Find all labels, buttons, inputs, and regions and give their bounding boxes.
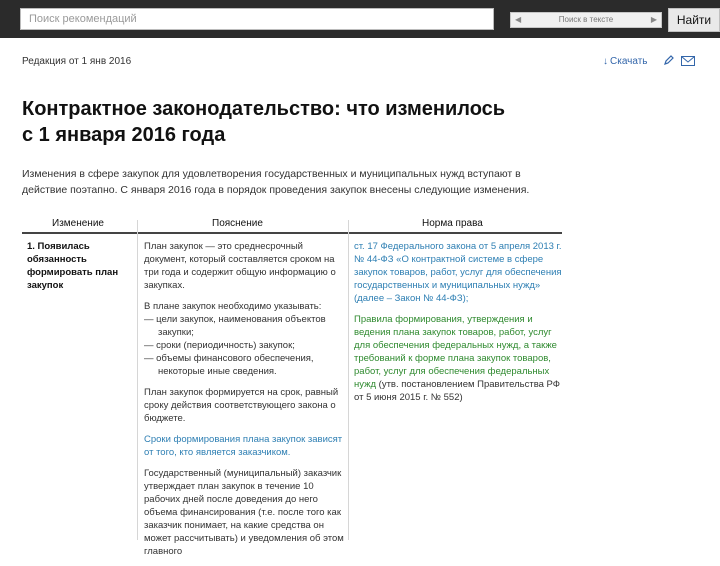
header-change: Изменение xyxy=(52,218,104,229)
download-arrow-icon: ↓ xyxy=(603,56,608,67)
explanation-paragraph: В плане закупок необходимо указывать: xyxy=(144,301,322,312)
envelope-icon[interactable] xyxy=(681,56,695,66)
explanation-paragraph: План закупок формируется на срок, равный… xyxy=(144,387,339,424)
header-explanation: Пояснение xyxy=(212,218,263,229)
top-search-bar: ◀ Поиск в тексте ▶ Найти xyxy=(0,0,720,38)
title-line-1: Контрактное законодательство: что измени… xyxy=(22,98,506,120)
cell-norm: ст. 17 Федерального закона от 5 апреля 2… xyxy=(354,240,564,412)
column-divider xyxy=(137,220,138,540)
list-item: — объемы финансового обеспечения, некото… xyxy=(144,353,314,377)
search-box[interactable] xyxy=(20,8,499,30)
explanation-paragraph: Сроки формирования плана закупок зависят… xyxy=(144,433,344,459)
table-header: Изменение Пояснение Норма права xyxy=(22,214,562,234)
find-button[interactable]: Найти xyxy=(668,8,720,32)
cell-change: 1. Появилась обязанность формировать пла… xyxy=(27,241,119,291)
explanation-paragraph: План закупок — это среднесрочный докумен… xyxy=(144,241,336,291)
search-input[interactable] xyxy=(29,9,499,29)
search-in-text-label: Поиск в тексте xyxy=(558,15,614,24)
list-item: — сроки (периодичность) закупок; xyxy=(144,340,295,351)
search-in-text-toggle[interactable]: ◀ Поиск в тексте ▶ xyxy=(510,12,662,28)
next-arrow-icon[interactable]: ▶ xyxy=(651,13,657,27)
page-title: Контрактное законодательство: что измени… xyxy=(22,96,622,148)
norm-paragraph: Правила формирования, утверждения и веде… xyxy=(354,313,564,404)
explanation-paragraph: Государственный (муниципальный) заказчик… xyxy=(144,468,344,557)
pencil-icon[interactable] xyxy=(663,54,675,66)
intro-paragraph: Изменения в сфере закупок для удовлетвор… xyxy=(22,168,530,196)
column-divider xyxy=(348,220,349,540)
download-label: Скачать xyxy=(610,56,648,67)
edition-label: Редакция от 1 янв 2016 xyxy=(22,56,132,67)
list-item: — цели закупок, наименования объектов за… xyxy=(144,314,326,338)
title-line-2: с 1 января 2016 года xyxy=(22,124,226,146)
cell-explanation: План закупок — это среднесрочный докумен… xyxy=(144,240,344,566)
norm-tail: (утв. постановлением Правительства РФ от… xyxy=(354,379,561,403)
prev-arrow-icon[interactable]: ◀ xyxy=(515,13,521,27)
law-link[interactable]: ст. 17 Федерального закона от 5 апреля 2… xyxy=(354,240,564,305)
changes-table: Изменение Пояснение Норма права xyxy=(22,214,562,234)
download-link[interactable]: ↓ Скачать xyxy=(603,56,648,67)
header-norm: Норма права xyxy=(422,218,483,229)
deadline-link[interactable]: Сроки формирования плана закупок xyxy=(144,434,305,445)
